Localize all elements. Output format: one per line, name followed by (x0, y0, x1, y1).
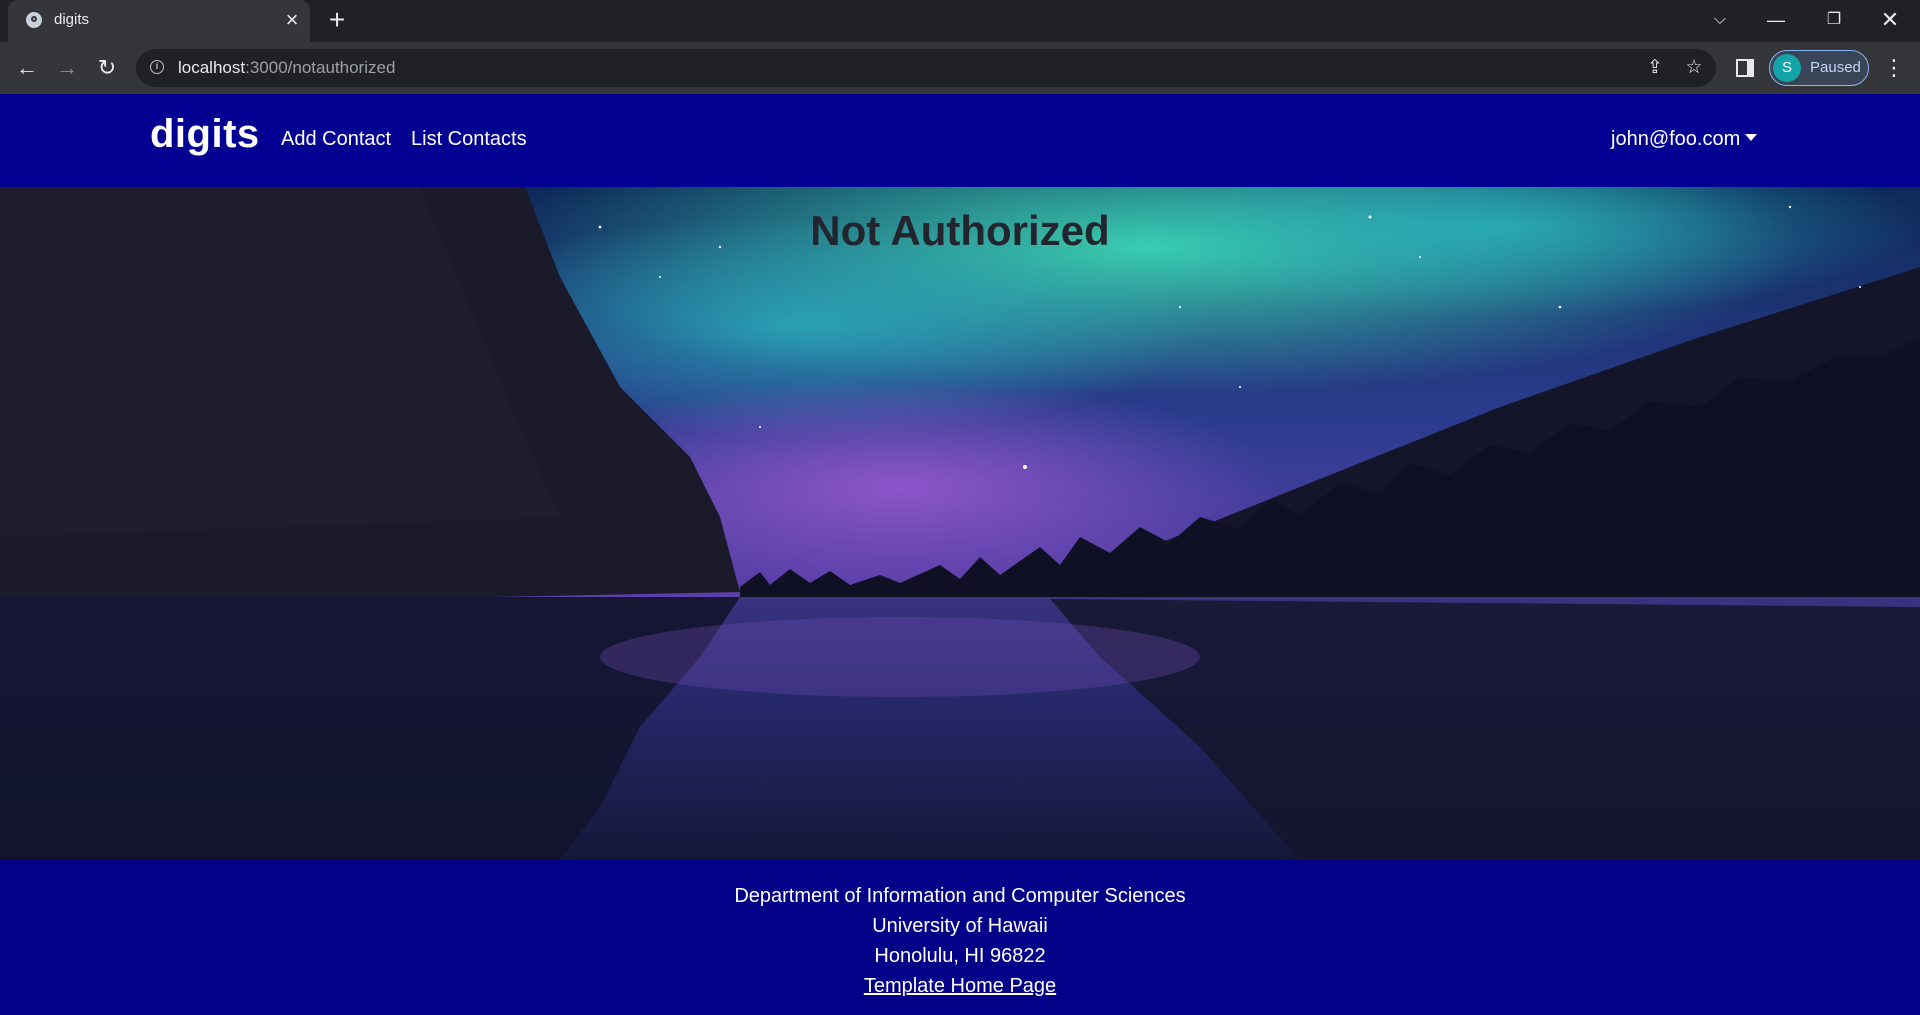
restore-icon[interactable]: ❐ (1806, 0, 1862, 40)
bookmark-star-icon[interactable]: ☆ (1681, 55, 1707, 81)
tab-title: digits (54, 11, 90, 28)
footer-university: University of Hawaii (872, 915, 1048, 937)
user-email: john@foo.com (1611, 128, 1741, 150)
footer-address: Honolulu, HI 96822 (874, 945, 1046, 967)
browser-tabstrip: digits × + ⌵ — ❐ ✕ (0, 0, 1920, 42)
avatar: S (1773, 54, 1801, 82)
hero-background: Not Authorized (0, 187, 1920, 860)
nav-add-contact[interactable]: Add Contact (281, 128, 391, 151)
close-tab-icon[interactable]: × (280, 8, 304, 32)
url-text: localhost:3000/notauthorized (178, 58, 395, 78)
minimize-icon[interactable]: — (1748, 0, 1804, 40)
footer-department: Department of Information and Computer S… (734, 885, 1186, 907)
nav-list-contacts[interactable]: List Contacts (411, 128, 527, 151)
address-bar[interactable]: i localhost:3000/notauthorized ⇪ ☆ (136, 49, 1716, 87)
site-info-icon[interactable]: i (150, 60, 164, 74)
brand-logo[interactable]: digits (150, 112, 260, 157)
new-tab-icon[interactable]: + (322, 6, 352, 36)
page-title: Not Authorized (810, 207, 1110, 254)
favicon-icon (26, 12, 42, 28)
url-host: localhost (178, 58, 246, 77)
caret-down-icon (1745, 134, 1758, 141)
close-window-icon[interactable]: ✕ (1862, 0, 1918, 40)
reload-icon[interactable]: ↻ (92, 54, 122, 84)
back-arrow-icon[interactable]: ← (12, 54, 42, 84)
site-footer: Department of Information and Computer S… (0, 860, 1920, 1015)
site-navbar: digits Add Contact List Contacts john@fo… (0, 94, 1920, 187)
browser-tab[interactable]: digits × (8, 0, 310, 42)
url-path: :3000/notauthorized (245, 58, 396, 77)
landscape-background-image (0, 187, 1920, 860)
browser-menu-icon[interactable]: ⋮ (1882, 54, 1906, 82)
share-icon[interactable]: ⇪ (1642, 55, 1668, 81)
profile-status: Paused (1810, 59, 1861, 76)
template-home-link[interactable]: Template Home Page (864, 975, 1056, 997)
tab-search-icon[interactable]: ⌵ (1692, 0, 1748, 40)
profile-button[interactable]: S Paused (1769, 50, 1869, 86)
side-panel-icon[interactable] (1736, 59, 1754, 77)
user-dropdown[interactable]: john@foo.com (1611, 128, 1758, 151)
forward-arrow-icon[interactable]: → (52, 54, 82, 84)
browser-toolbar: ← → ↻ i localhost:3000/notauthorized ⇪ ☆… (0, 42, 1920, 94)
